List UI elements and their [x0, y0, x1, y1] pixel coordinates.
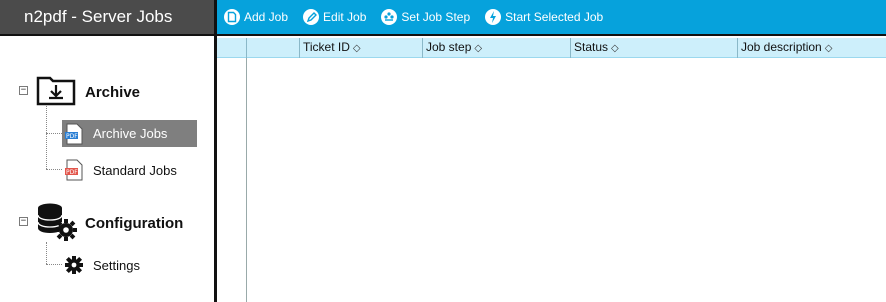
tree-connector — [46, 106, 47, 169]
tree-connector — [46, 242, 47, 264]
configuration-collapse-toggle[interactable]: − — [19, 217, 28, 226]
status-header-label: Status — [574, 40, 609, 54]
pdf-icon: PDF — [65, 159, 83, 181]
tree-connector — [46, 133, 62, 134]
tree-connector — [46, 264, 62, 265]
column-header-ticket-id[interactable]: Ticket ID ◇ — [299, 38, 422, 58]
jobs-grid-header: Ticket ID ◇ Job step ◇ Status ◇ Job descrip… — [217, 38, 886, 58]
add-job-label: Add Job — [244, 10, 289, 24]
add-job-icon — [224, 9, 240, 25]
toolbar: Add Job Edit Job Set Job Step Start Sele… — [217, 0, 886, 36]
ticket-id-header-label: Ticket ID — [303, 40, 350, 54]
start-selected-job-button[interactable]: Start Selected Job — [484, 8, 603, 26]
column-header-status[interactable]: Status ◇ — [570, 38, 737, 58]
column-header-job-description[interactable]: Job description ◇ — [737, 38, 886, 58]
archive-collapse-toggle[interactable]: − — [19, 86, 28, 95]
tree-connector — [46, 169, 62, 170]
tree-node-archive[interactable]: Archive — [85, 82, 140, 102]
jobs-grid-body[interactable] — [217, 58, 886, 302]
edit-job-icon — [303, 9, 320, 25]
standard-jobs-label: Standard Jobs — [93, 162, 177, 178]
job-step-header-label: Job step — [426, 40, 472, 54]
settings-label: Settings — [93, 257, 140, 273]
sort-icon: ◇ — [824, 43, 833, 54]
set-job-step-button[interactable]: Set Job Step — [380, 8, 470, 26]
column-header-job-step[interactable]: Job step ◇ — [422, 38, 570, 58]
configuration-label: Configuration — [85, 214, 184, 232]
row-header-divider — [246, 58, 247, 302]
grid-corner-column — [246, 38, 299, 58]
svg-text:PDF: PDF — [66, 169, 78, 176]
sort-icon: ◇ — [352, 43, 361, 54]
tree-item-settings[interactable]: Settings — [62, 253, 140, 277]
sidebar-tree: − Archive PDF Archive Jobs PDF Standard … — [0, 38, 214, 302]
app-title: n2pdf - Server Jobs — [0, 0, 214, 36]
set-job-step-label: Set Job Step — [401, 10, 471, 24]
sort-icon: ◇ — [474, 43, 483, 54]
database-gear-icon — [37, 203, 77, 241]
archive-folder-icon — [36, 76, 76, 106]
sort-icon: ◇ — [611, 43, 619, 54]
app-title-text: n2pdf - Server Jobs — [24, 7, 173, 26]
tree-item-standard-jobs[interactable]: PDF Standard Jobs — [62, 158, 177, 182]
add-job-button[interactable]: Add Job — [223, 8, 288, 26]
start-job-icon — [485, 9, 502, 25]
start-selected-job-label: Start Selected Job — [505, 10, 604, 24]
gear-icon — [65, 256, 83, 274]
archive-jobs-label: Archive Jobs — [93, 126, 168, 141]
archive-label: Archive — [85, 83, 141, 101]
tree-item-archive-jobs[interactable]: PDF Archive Jobs — [62, 120, 197, 147]
edit-job-button[interactable]: Edit Job — [302, 8, 366, 26]
job-description-header-label: Job description — [741, 40, 822, 54]
set-job-step-icon — [381, 9, 398, 25]
edit-job-label: Edit Job — [323, 10, 367, 24]
svg-text:PDF: PDF — [66, 133, 78, 140]
tree-node-configuration[interactable]: Configuration — [85, 213, 183, 233]
pdf-icon: PDF — [65, 123, 83, 144]
